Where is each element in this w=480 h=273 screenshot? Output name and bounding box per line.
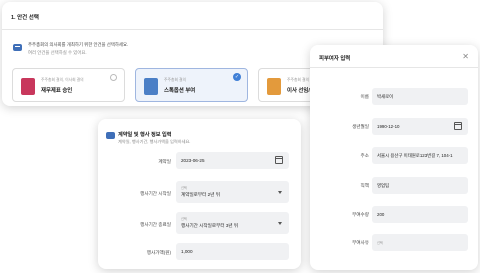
period-start-label: 행사기간 시작일: [140, 191, 171, 196]
field-caption: 선택: [377, 241, 383, 245]
contract-date-value: 2023-06-25: [181, 158, 205, 163]
chevron-down-icon: [278, 222, 282, 225]
info-card-icon: [13, 44, 22, 51]
name-label: 이름: [360, 94, 369, 99]
calendar-icon[interactable]: [275, 156, 283, 164]
option-select-circle[interactable]: [110, 74, 117, 81]
period-end-select[interactable]: 선택 행사기간 시작일로부터 3년 뒤: [176, 212, 289, 234]
exercise-price-input[interactable]: 1,000: [176, 243, 289, 260]
quantity-input[interactable]: 200: [372, 206, 468, 223]
birthdate-value: 1990-12-10: [377, 124, 400, 129]
divider: [2, 29, 383, 30]
option-label: 스톡옵션 부여: [164, 88, 196, 94]
agenda-option-stock-option[interactable]: 주주총회 결의 스톡옵션 부여 ✓: [135, 68, 248, 102]
period-start-select[interactable]: 선택 계약일로부터 2년 뒤: [176, 181, 289, 203]
address-label: 주소: [360, 153, 369, 158]
agenda-instruction: 주주총회의 의사회를 개최하기 위한 안건을 선택하세요.: [28, 42, 129, 47]
option-resolution-type: 주주총회 결의: [164, 78, 187, 82]
name-value: 박새로이: [377, 94, 394, 99]
position-label: 직책: [360, 183, 369, 188]
exercise-price-value: 1,000: [181, 249, 193, 254]
approval-doc-icon: [21, 78, 35, 95]
divider: [310, 67, 478, 68]
info-card-icon: [106, 132, 115, 139]
address-input[interactable]: 서울시 용산구 이태원로123번길 7, 104-1: [372, 147, 468, 164]
grantee-dialog: 피부여자 입력 ✕ 이름 박새로이 생년월일 1990-12-10 주소 서울시…: [310, 45, 478, 270]
birthdate-field[interactable]: 1990-12-10: [372, 118, 468, 135]
chevron-down-icon: [278, 191, 282, 194]
contract-date-label: 계약일: [158, 159, 171, 164]
option-label: 재무제표 승인: [41, 88, 73, 94]
stock-option-icon: [144, 78, 158, 95]
period-start-value: 계약일로부터 2년 뒤: [181, 192, 220, 197]
director-icon: [267, 78, 281, 95]
period-end-label: 행사기간 종료일: [140, 222, 171, 227]
contract-info-card: 계약일 및 행사 정보 입력 계약일, 행사기간, 행사가액을 입력하세요. 계…: [98, 119, 301, 269]
reason-input[interactable]: 선택: [372, 234, 468, 251]
close-icon[interactable]: ✕: [462, 52, 469, 61]
period-end-value: 행사기간 시작일로부터 3년 뒤: [181, 223, 239, 228]
position-value: 영업팀: [377, 183, 390, 188]
field-caption: 선택: [181, 217, 187, 221]
field-caption: 선택: [181, 186, 187, 190]
address-value: 서울시 용산구 이태원로123번길 7, 104-1: [377, 153, 453, 158]
option-resolution-type: 주주총회 결의: [287, 78, 310, 82]
check-icon[interactable]: ✓: [233, 73, 241, 81]
agenda-step-title: 1. 안건 선택: [11, 15, 39, 21]
name-input[interactable]: 박새로이: [372, 88, 468, 105]
birthdate-label: 생년월일: [352, 124, 369, 129]
position-input[interactable]: 영업팀: [372, 177, 468, 194]
contract-date-field[interactable]: 2023-06-25: [176, 152, 289, 169]
reason-label: 부여사유: [352, 240, 369, 245]
contract-card-subtitle: 계약일, 행사기간, 행사가액을 입력하세요.: [118, 139, 191, 144]
quantity-value: 200: [377, 212, 385, 217]
agenda-option-financial-statements[interactable]: 주주총회 결의, 이사회 결의 재무제표 승인: [12, 68, 125, 102]
grantee-dialog-title: 피부여자 입력: [319, 56, 351, 62]
agenda-hint: 여러 안건을 선택하실 수 있어요.: [28, 50, 87, 55]
exercise-price-label: 행사가액(원): [146, 250, 171, 255]
contract-card-title: 계약일 및 행사 정보 입력: [118, 132, 172, 138]
option-resolution-type: 주주총회 결의, 이사회 결의: [41, 78, 84, 82]
quantity-label: 부여수량: [352, 212, 369, 217]
calendar-icon[interactable]: [454, 122, 462, 130]
